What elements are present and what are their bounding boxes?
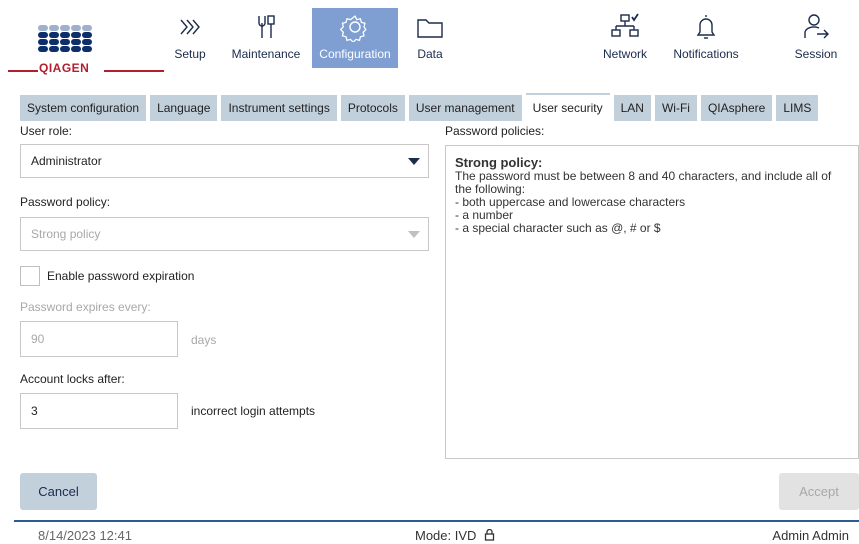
cancel-button[interactable]: Cancel — [20, 473, 97, 510]
bell-icon — [696, 15, 716, 39]
tab-user-management[interactable]: User management — [408, 95, 522, 121]
chevrons-right-icon — [180, 19, 200, 35]
password-policy-label: Password policy: — [20, 195, 111, 209]
nav-session-label: Session — [794, 47, 838, 61]
user-role-select[interactable]: Administrator — [20, 144, 429, 178]
expires-every-label: Password expires every: — [20, 300, 151, 314]
tab-language[interactable]: Language — [150, 95, 218, 121]
qiagen-logo: QIAGEN — [38, 25, 96, 75]
footer-mode: Mode: IVD — [415, 528, 495, 543]
nav-network[interactable]: Network — [596, 8, 654, 68]
footer-datetime: 8/14/2023 12:41 — [38, 528, 132, 543]
nav-notifications-label: Notifications — [673, 47, 739, 61]
password-policy-value: Strong policy — [31, 227, 101, 241]
password-policies-panel: Strong policy: The password must be betw… — [445, 145, 859, 459]
password-policy-select[interactable]: Strong policy — [20, 217, 429, 251]
account-locks-input[interactable]: 3 — [20, 393, 178, 429]
enable-expiration-checkbox[interactable] — [20, 266, 40, 286]
policy-title: Strong policy: — [455, 155, 543, 170]
tab-qiasphere[interactable]: QIAsphere — [700, 95, 773, 121]
gear-icon — [340, 15, 367, 42]
tab-user-security[interactable]: User security — [525, 93, 610, 121]
policy-description: The password must be between 8 and 40 ch… — [455, 169, 832, 235]
folder-icon — [417, 19, 443, 38]
tab-lims[interactable]: LIMS — [776, 95, 819, 121]
enable-expiration-label: Enable password expiration — [47, 269, 195, 283]
nav-session[interactable]: Session — [786, 8, 846, 68]
config-tabs: System configuration Language Instrument… — [20, 93, 822, 121]
password-policies-label: Password policies: — [445, 124, 545, 138]
nav-configuration[interactable]: Configuration — [312, 8, 398, 68]
nav-setup[interactable]: Setup — [164, 8, 216, 68]
top-bar: QIAGEN Setup Maintenance Configuration D… — [0, 0, 859, 75]
dropdown-caret-icon — [408, 158, 420, 165]
footer-mode-text: Mode: IVD — [415, 528, 477, 543]
logo-text: QIAGEN — [39, 61, 90, 75]
account-locks-label: Account locks after: — [20, 372, 125, 386]
footer-divider — [14, 520, 859, 522]
nav-notifications[interactable]: Notifications — [664, 8, 748, 68]
lock-icon — [484, 529, 495, 541]
tab-instrument-settings[interactable]: Instrument settings — [221, 95, 337, 121]
nav-network-label: Network — [602, 47, 647, 61]
accept-button[interactable]: Accept — [779, 473, 859, 510]
user-role-value: Administrator — [31, 154, 102, 168]
header-divider-left — [8, 70, 38, 72]
tab-protocols[interactable]: Protocols — [340, 95, 405, 121]
nav-setup-label: Setup — [174, 47, 206, 61]
expires-every-unit: days — [191, 333, 217, 347]
nav-data-label: Data — [417, 47, 443, 61]
tab-wifi[interactable]: Wi-Fi — [654, 95, 697, 121]
user-role-label: User role: — [20, 124, 73, 138]
dropdown-caret-icon — [408, 231, 420, 238]
footer-user[interactable]: Admin Admin — [772, 528, 849, 543]
nav-maintenance[interactable]: Maintenance — [226, 8, 306, 68]
tab-system-configuration[interactable]: System configuration — [20, 95, 147, 121]
tab-lan[interactable]: LAN — [613, 95, 651, 121]
user-logout-icon — [804, 14, 829, 39]
nav-configuration-label: Configuration — [319, 47, 391, 61]
tools-icon — [258, 15, 275, 38]
expires-every-input[interactable]: 90 — [20, 321, 178, 357]
nav-data[interactable]: Data — [410, 8, 450, 68]
nav-maintenance-label: Maintenance — [231, 47, 301, 61]
network-icon — [611, 13, 639, 37]
account-locks-unit: incorrect login attempts — [191, 404, 316, 418]
header-divider-right — [104, 70, 164, 72]
